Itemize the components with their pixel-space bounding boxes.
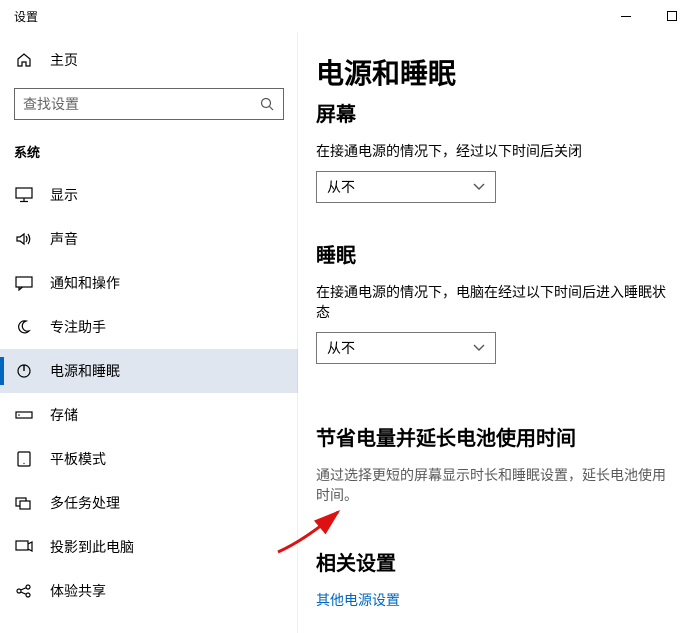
sidebar-item-label: 声音 [50, 229, 78, 249]
search-icon [259, 96, 275, 112]
section-battery-desc: 通过选择更短的屏幕显示时长和睡眠设置，延长电池使用时间。 [316, 465, 677, 505]
project-icon [14, 539, 34, 555]
screen-timeout-value: 从不 [327, 177, 355, 197]
sleep-timeout-value: 从不 [327, 338, 355, 358]
sidebar-item-label: 电源和睡眠 [50, 361, 120, 381]
search-input[interactable] [23, 96, 259, 112]
sidebar-item-label: 平板模式 [50, 449, 106, 469]
maximize-button[interactable] [649, 0, 695, 32]
additional-power-settings-link[interactable]: 其他电源设置 [316, 590, 677, 610]
storage-icon [14, 407, 34, 423]
sidebar-item-display[interactable]: 显示 [0, 173, 298, 217]
window-controls [603, 0, 695, 32]
sidebar-item-multitask[interactable]: 多任务处理 [0, 481, 298, 525]
page-title: 电源和睡眠 [316, 52, 677, 92]
sidebar-item-label: 投影到此电脑 [50, 537, 134, 557]
sidebar-section-title: 系统 [0, 138, 298, 173]
section-screen-heading: 屏幕 [316, 98, 677, 127]
sidebar-item-storage[interactable]: 存储 [0, 393, 298, 437]
sidebar-home[interactable]: 主页 [0, 40, 298, 80]
section-sleep-desc: 在接通电源的情况下，电脑在经过以下时间后进入睡眠状态 [316, 282, 677, 322]
speaker-icon [14, 231, 34, 247]
tablet-icon [14, 451, 34, 467]
sidebar-item-label: 专注助手 [50, 317, 106, 337]
window-title: 设置 [14, 8, 38, 25]
monitor-icon [14, 187, 34, 203]
minimize-button[interactable] [603, 0, 649, 32]
multitask-icon [14, 495, 34, 511]
chevron-down-icon [473, 344, 485, 352]
sidebar-item-sound[interactable]: 声音 [0, 217, 298, 261]
message-icon [14, 275, 34, 291]
moon-icon [14, 319, 34, 335]
sidebar-home-label: 主页 [50, 50, 78, 70]
search-box[interactable] [14, 88, 284, 120]
section-sleep-heading: 睡眠 [316, 239, 677, 268]
sidebar-item-label: 体验共享 [50, 581, 106, 601]
sidebar-item-label: 显示 [50, 185, 78, 205]
sidebar-item-share[interactable]: 体验共享 [0, 569, 298, 613]
share-icon [14, 583, 34, 599]
sidebar-item-label: 多任务处理 [50, 493, 120, 513]
home-icon [14, 52, 34, 68]
sidebar-item-power-sleep[interactable]: 电源和睡眠 [0, 349, 298, 393]
sidebar-item-label: 通知和操作 [50, 273, 120, 293]
titlebar: 设置 [0, 0, 695, 32]
chevron-down-icon [473, 183, 485, 191]
sidebar-item-notifications[interactable]: 通知和操作 [0, 261, 298, 305]
section-related-heading: 相关设置 [316, 547, 677, 576]
screen-timeout-select[interactable]: 从不 [316, 171, 496, 203]
sidebar-item-project[interactable]: 投影到此电脑 [0, 525, 298, 569]
main-content: 电源和睡眠 屏幕 在接通电源的情况下，经过以下时间后关闭 从不 睡眠 在接通电源… [298, 32, 695, 633]
sidebar: 主页 系统 显示 声音 通知和操作 [0, 32, 298, 633]
section-battery-heading: 节省电量并延长电池使用时间 [316, 422, 677, 451]
sidebar-item-label: 存储 [50, 405, 78, 425]
power-icon [14, 363, 34, 379]
sidebar-divider [297, 32, 298, 633]
sidebar-item-focus[interactable]: 专注助手 [0, 305, 298, 349]
sidebar-item-tablet[interactable]: 平板模式 [0, 437, 298, 481]
sleep-timeout-select[interactable]: 从不 [316, 332, 496, 364]
section-screen-desc: 在接通电源的情况下，经过以下时间后关闭 [316, 141, 677, 161]
